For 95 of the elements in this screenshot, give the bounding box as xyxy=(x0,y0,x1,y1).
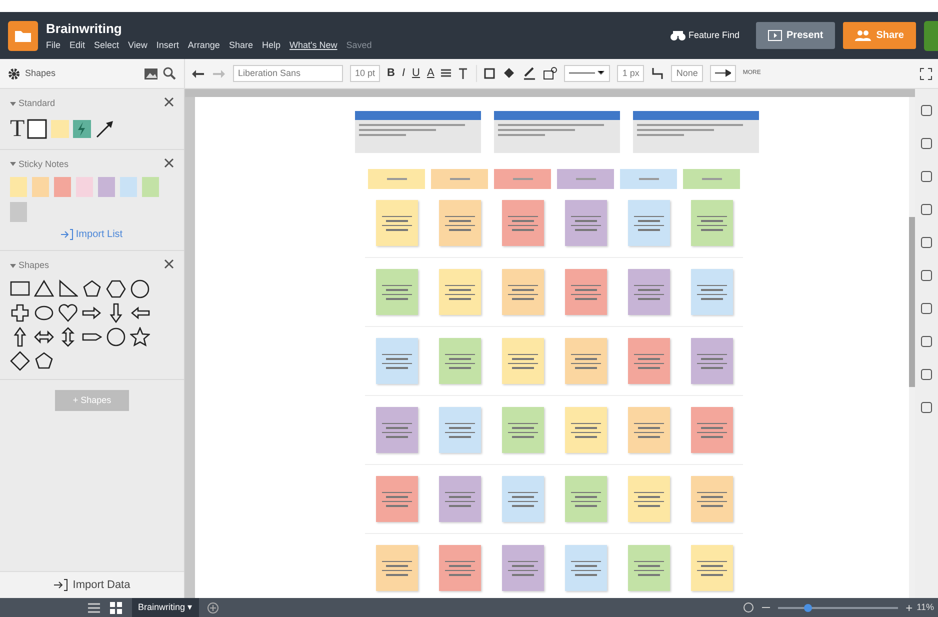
document-title[interactable]: Brainwriting xyxy=(46,19,372,38)
panel-tool-icon[interactable] xyxy=(921,204,932,215)
menu-item[interactable]: Edit xyxy=(70,38,86,52)
slider-thumb[interactable] xyxy=(804,604,812,612)
caret-icon[interactable] xyxy=(10,264,16,268)
menu-item[interactable]: Arrange xyxy=(188,38,220,52)
menu-item[interactable]: Share xyxy=(228,38,253,52)
menu-item[interactable]: File xyxy=(46,38,61,52)
panel-tool-icon[interactable] xyxy=(921,138,932,149)
menu-item[interactable]: Help xyxy=(262,38,280,52)
star-icon[interactable] xyxy=(130,326,150,346)
lightning-icon[interactable] xyxy=(72,118,92,138)
shape-options-icon[interactable] xyxy=(543,67,558,80)
panel-tool-icon[interactable] xyxy=(921,369,932,380)
triangle-icon[interactable] xyxy=(34,278,54,298)
rectangle-icon[interactable] xyxy=(10,278,30,298)
line-start-dropdown[interactable]: None xyxy=(671,64,703,82)
sticky-note-swatch[interactable] xyxy=(76,177,93,197)
gear-icon[interactable] xyxy=(8,68,20,80)
heart-icon[interactable] xyxy=(58,302,78,322)
circle-icon[interactable] xyxy=(130,278,150,298)
fullscreen-icon[interactable] xyxy=(920,68,932,80)
zoom-level: 11% xyxy=(916,600,934,614)
rectangle-icon[interactable] xyxy=(27,118,48,138)
frame-icon[interactable] xyxy=(483,67,496,80)
font-size-dropdown[interactable]: 10 pt xyxy=(350,64,380,82)
line-end-dropdown[interactable] xyxy=(710,64,736,82)
underline-button[interactable]: U xyxy=(412,65,420,82)
import-data-link[interactable]: Import Data xyxy=(72,576,130,593)
menu-item[interactable]: What's New xyxy=(290,38,338,52)
align-icon[interactable] xyxy=(441,68,452,78)
text-tool[interactable]: T xyxy=(10,116,25,140)
panel-tool-icon[interactable] xyxy=(921,237,932,248)
fill-bucket-icon[interactable] xyxy=(503,67,516,80)
italic-button[interactable]: I xyxy=(402,65,406,82)
panel-tool-icon[interactable] xyxy=(921,402,932,413)
binoculars-icon[interactable] xyxy=(670,30,686,41)
section-header[interactable]: Sticky Notes xyxy=(18,158,69,171)
hexagon-icon[interactable] xyxy=(106,278,126,298)
sticky-note-swatch[interactable] xyxy=(142,177,159,197)
folder-logo-icon[interactable] xyxy=(8,20,38,50)
sticky-note-swatch[interactable] xyxy=(98,177,115,197)
sticky-note-swatch[interactable] xyxy=(10,177,27,197)
people-icon xyxy=(855,30,872,41)
circle-icon[interactable] xyxy=(106,326,126,346)
right-triangle-icon[interactable] xyxy=(58,278,78,298)
font-dropdown[interactable]: Liberation Sans xyxy=(233,64,343,82)
panel-tool-icon[interactable] xyxy=(921,105,932,116)
arrow-line-icon[interactable] xyxy=(94,118,115,138)
feature-find-link[interactable]: Feature Find xyxy=(688,28,740,42)
panel-tool-icon[interactable] xyxy=(921,303,932,314)
add-page-icon[interactable] xyxy=(206,602,219,614)
sticky-note-swatch[interactable] xyxy=(32,177,49,197)
caret-icon[interactable] xyxy=(10,102,16,106)
section-header[interactable]: Standard xyxy=(18,97,56,110)
present-button[interactable]: Present xyxy=(756,22,836,49)
sticky-note-swatch[interactable] xyxy=(120,177,137,197)
close-icon[interactable] xyxy=(164,158,174,168)
panel-tool-icon[interactable] xyxy=(921,270,932,281)
panel-label[interactable]: Shapes xyxy=(25,66,56,80)
menu-item[interactable]: Insert xyxy=(156,38,179,52)
line-width-field[interactable]: 1 px xyxy=(617,64,644,82)
list-view-icon[interactable] xyxy=(88,602,100,612)
bold-button[interactable]: B xyxy=(387,65,395,82)
panel-tool-icon[interactable] xyxy=(921,171,932,182)
grid-view-icon[interactable] xyxy=(110,602,122,614)
screen-play-icon xyxy=(768,30,782,41)
text-color-button[interactable]: A xyxy=(427,65,434,82)
sticky-note-swatch[interactable] xyxy=(10,202,27,222)
arrow-end-icon xyxy=(714,69,731,78)
zoom-fit-icon[interactable] xyxy=(742,602,754,613)
panel-tool-icon[interactable] xyxy=(921,336,932,347)
import-icon[interactable] xyxy=(54,578,68,591)
menu-item[interactable]: View xyxy=(128,38,148,52)
line-color-icon[interactable] xyxy=(523,67,536,80)
line-style-icon xyxy=(569,69,606,78)
pentagon-icon[interactable] xyxy=(34,350,54,370)
pentagon-icon[interactable] xyxy=(82,278,102,298)
zoom-in-button[interactable]: + xyxy=(906,598,913,616)
connector-icon[interactable] xyxy=(651,67,664,80)
menu-item[interactable]: Select xyxy=(94,38,120,52)
close-icon[interactable] xyxy=(164,97,174,107)
save-status: Saved xyxy=(346,38,372,52)
close-icon[interactable] xyxy=(164,259,174,269)
section-header[interactable]: Shapes xyxy=(18,259,50,272)
page-tab[interactable]: Brainwriting ▾ xyxy=(132,598,199,617)
line-style-dropdown[interactable] xyxy=(564,64,610,82)
diamond-icon[interactable] xyxy=(10,350,30,370)
caret-icon[interactable] xyxy=(10,162,16,166)
cross-icon[interactable] xyxy=(10,302,30,322)
image-icon[interactable] xyxy=(144,68,158,80)
sticky-note-swatch[interactable] xyxy=(54,177,71,197)
search-icon[interactable] xyxy=(163,67,176,80)
undo-icon[interactable] xyxy=(191,68,205,78)
scrollbar-thumb[interactable] xyxy=(909,217,915,387)
